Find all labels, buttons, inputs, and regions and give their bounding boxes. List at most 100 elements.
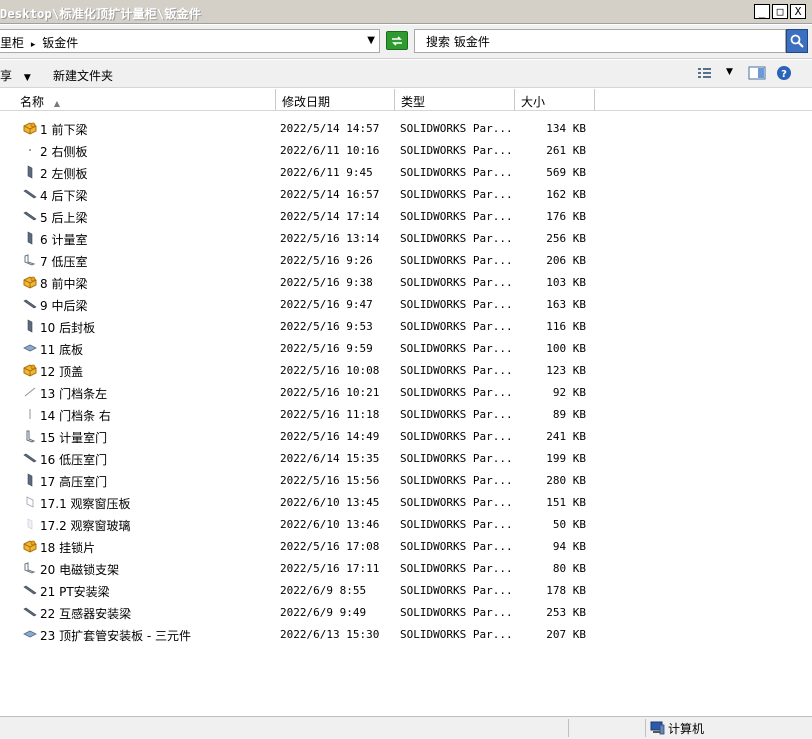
column-headers: 名称 ▲ 修改日期 类型 大小 bbox=[0, 89, 812, 111]
file-date: 2022/5/16 9:26 bbox=[280, 254, 373, 267]
column-header-size[interactable]: 大小 bbox=[515, 89, 595, 110]
file-type: SOLIDWORKS Par... bbox=[400, 430, 513, 443]
file-row[interactable]: 16 低压室门 2022/6/14 15:35 SOLIDWORKS Par... 1… bbox=[0, 447, 812, 469]
file-name: 23 顶扩套管安装板 - 三元件 bbox=[40, 629, 192, 643]
file-list: 1 前下梁 2022/5/14 14:57 SOLIDWORKS Par... 134… bbox=[0, 111, 812, 716]
glass-part-icon bbox=[22, 516, 38, 532]
file-type: SOLIDWORKS Par... bbox=[400, 232, 513, 245]
file-row[interactable]: 2 右侧板 2022/6/11 10:16 SOLIDWORKS Par... 261… bbox=[0, 139, 812, 161]
address-dropdown-icon[interactable]: ▼ bbox=[367, 35, 375, 46]
file-row[interactable]: 21 PT安装梁 2022/6/9 8:55 SOLIDWORKS Par... 17… bbox=[0, 579, 812, 601]
file-row[interactable]: 7 低压室 2022/5/16 9:26 SOLIDWORKS Par... 206 … bbox=[0, 249, 812, 271]
column-header-type[interactable]: 类型 bbox=[395, 89, 515, 110]
file-date: 2022/5/16 14:49 bbox=[280, 430, 380, 443]
search-icon bbox=[790, 34, 804, 48]
file-date: 2022/5/14 16:57 bbox=[280, 188, 380, 201]
file-type: SOLIDWORKS Par... bbox=[400, 166, 513, 179]
file-row[interactable]: 22 互感器安装梁 2022/6/9 9:49 SOLIDWORKS Par... 2… bbox=[0, 601, 812, 623]
view-dropdown-icon[interactable]: ▼ bbox=[726, 67, 733, 77]
file-size: 163 KB bbox=[546, 298, 586, 311]
close-button[interactable]: X bbox=[790, 4, 806, 19]
search-input[interactable] bbox=[424, 33, 758, 49]
file-row[interactable]: 20 电磁锁支架 2022/5/16 17:11 SOLIDWORKS Par...… bbox=[0, 557, 812, 579]
file-type: SOLIDWORKS Par... bbox=[400, 474, 513, 487]
assembly-icon bbox=[22, 120, 38, 136]
file-row[interactable]: 12 顶盖 2022/5/16 10:08 SOLIDWORKS Par... 123… bbox=[0, 359, 812, 381]
file-row[interactable]: 2 左侧板 2022/6/11 9:45 SOLIDWORKS Par... 569 … bbox=[0, 161, 812, 183]
address-box[interactable]: 里柜 ▸ 钣金件 ▼ bbox=[0, 29, 380, 53]
file-size: 178 KB bbox=[546, 584, 586, 597]
svg-text:?: ? bbox=[781, 69, 787, 80]
refresh-icon bbox=[392, 35, 402, 46]
window-controls: _ □ X bbox=[754, 4, 806, 19]
file-type: SOLIDWORKS Par... bbox=[400, 452, 513, 465]
file-row[interactable]: 1 前下梁 2022/5/14 14:57 SOLIDWORKS Par... 134… bbox=[0, 117, 812, 139]
file-date: 2022/6/9 9:49 bbox=[280, 606, 367, 619]
title-bar: Desktop\标准化顶扩计量柜\钣金件 _ □ X bbox=[0, 0, 812, 24]
file-date: 2022/5/14 14:57 bbox=[280, 122, 380, 135]
file-size: 116 KB bbox=[546, 320, 586, 333]
file-name: 17.1 观察窗压板 bbox=[40, 497, 131, 511]
file-name: 11 底板 bbox=[40, 343, 84, 357]
maximize-button[interactable]: □ bbox=[772, 4, 788, 19]
file-name: 13 门档条左 bbox=[40, 387, 108, 401]
file-name: 5 后上梁 bbox=[40, 211, 88, 225]
file-name: 22 互感器安装梁 bbox=[40, 607, 132, 621]
view-list-icon bbox=[698, 68, 711, 78]
file-row[interactable]: 17 高压室门 2022/5/16 15:56 SOLIDWORKS Par... 2… bbox=[0, 469, 812, 491]
search-button[interactable] bbox=[786, 29, 808, 53]
view-options-button[interactable] bbox=[697, 65, 713, 84]
file-type: SOLIDWORKS Par... bbox=[400, 518, 513, 531]
file-date: 2022/5/16 9:47 bbox=[280, 298, 373, 311]
file-row[interactable]: 17.2 观察窗玻璃 2022/6/10 13:46 SOLIDWORKS Par.… bbox=[0, 513, 812, 535]
file-size: 89 KB bbox=[552, 408, 586, 421]
file-size: 256 KB bbox=[546, 232, 586, 245]
panel-part-icon bbox=[22, 164, 38, 180]
computer-icon bbox=[650, 721, 665, 735]
assembly-icon bbox=[22, 362, 38, 378]
file-date: 2022/6/11 9:45 bbox=[280, 166, 373, 179]
help-button[interactable]: ? bbox=[776, 65, 792, 84]
panel-part-icon bbox=[22, 230, 38, 246]
preview-pane-button[interactable] bbox=[748, 65, 766, 84]
address-bar: 里柜 ▸ 钣金件 ▼ bbox=[0, 25, 812, 59]
breadcrumb-chevron-icon[interactable]: ▸ bbox=[31, 40, 36, 50]
file-date: 2022/5/16 17:11 bbox=[280, 562, 380, 575]
sort-ascending-icon: ▲ bbox=[53, 99, 60, 108]
file-row[interactable]: 18 挂锁片 2022/5/16 17:08 SOLIDWORKS Par... 94… bbox=[0, 535, 812, 557]
file-name: 7 低压室 bbox=[40, 255, 88, 269]
file-date: 2022/6/11 10:16 bbox=[280, 144, 380, 157]
beam-part-icon bbox=[22, 582, 38, 598]
file-name: 2 左侧板 bbox=[40, 167, 88, 181]
column-header-date[interactable]: 修改日期 bbox=[276, 89, 395, 110]
file-row[interactable]: 5 后上梁 2022/5/14 17:14 SOLIDWORKS Par... 176… bbox=[0, 205, 812, 227]
window-title: Desktop\标准化顶扩计量柜\钣金件 bbox=[0, 7, 202, 21]
file-date: 2022/6/14 15:35 bbox=[280, 452, 380, 465]
breadcrumb-item-current[interactable]: 钣金件 bbox=[42, 36, 78, 50]
file-row[interactable]: 17.1 观察窗压板 2022/6/10 13:45 SOLIDWORKS Par.… bbox=[0, 491, 812, 513]
file-row[interactable]: 6 计量室 2022/5/16 13:14 SOLIDWORKS Par... 256… bbox=[0, 227, 812, 249]
file-row[interactable]: 11 底板 2022/5/16 9:59 SOLIDWORKS Par... 100 … bbox=[0, 337, 812, 359]
file-row[interactable]: 9 中后梁 2022/5/16 9:47 SOLIDWORKS Par... 163 … bbox=[0, 293, 812, 315]
file-name: 6 计量室 bbox=[40, 233, 88, 247]
file-row[interactable]: 8 前中梁 2022/5/16 9:38 SOLIDWORKS Par... 103 … bbox=[0, 271, 812, 293]
refresh-button[interactable] bbox=[386, 31, 408, 50]
minimize-button[interactable]: _ bbox=[754, 4, 770, 19]
file-row[interactable]: 13 门档条左 2022/5/16 10:21 SOLIDWORKS Par... 9… bbox=[0, 381, 812, 403]
file-row[interactable]: 23 顶扩套管安装板 - 三元件 2022/6/13 15:30 SOLIDWORK… bbox=[0, 623, 812, 645]
assembly-icon bbox=[22, 274, 38, 290]
column-header-name[interactable]: 名称 ▲ bbox=[0, 89, 276, 110]
search-box[interactable] bbox=[414, 29, 786, 53]
beam-part-icon bbox=[22, 296, 38, 312]
breadcrumb-item-parent[interactable]: 里柜 bbox=[0, 36, 24, 50]
share-button[interactable]: 享 ▼ bbox=[0, 67, 31, 84]
file-row[interactable]: 10 后封板 2022/5/16 9:53 SOLIDWORKS Par... 116… bbox=[0, 315, 812, 337]
thin-part-icon bbox=[22, 406, 38, 422]
beam-part-icon bbox=[22, 208, 38, 224]
file-type: SOLIDWORKS Par... bbox=[400, 342, 513, 355]
new-folder-button[interactable]: 新建文件夹 bbox=[53, 67, 113, 84]
file-row[interactable]: 4 后下梁 2022/5/14 16:57 SOLIDWORKS Par... 162… bbox=[0, 183, 812, 205]
file-row[interactable]: 14 门档条 右 2022/5/16 11:18 SOLIDWORKS Par...… bbox=[0, 403, 812, 425]
file-row[interactable]: 15 计量室门 2022/5/16 14:49 SOLIDWORKS Par... 2… bbox=[0, 425, 812, 447]
share-dropdown-icon: ▼ bbox=[23, 73, 31, 83]
